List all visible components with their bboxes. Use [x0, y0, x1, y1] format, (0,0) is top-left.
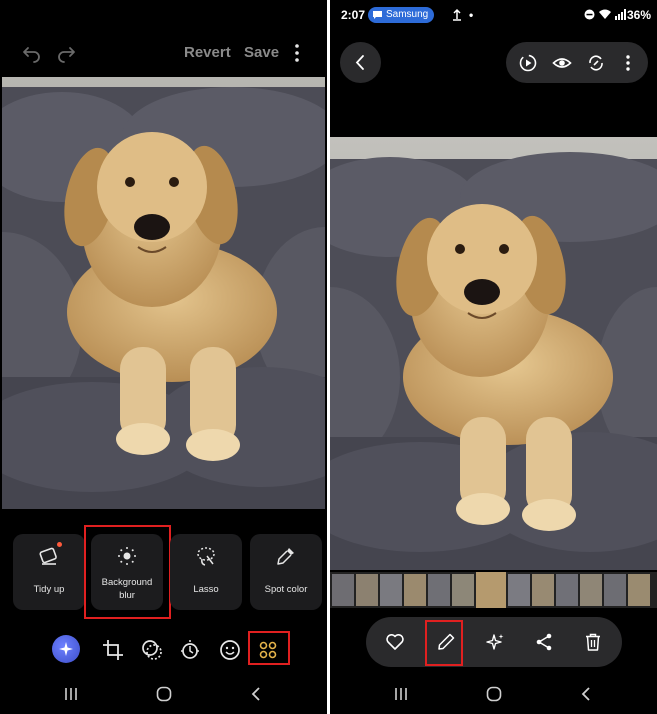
viewer-action-bar: [366, 617, 622, 667]
trash-icon[interactable]: [582, 631, 604, 653]
back-icon[interactable]: [247, 685, 265, 703]
home-icon[interactable]: [155, 685, 173, 703]
recent-apps-icon[interactable]: [392, 685, 410, 703]
tool-spot-color[interactable]: Spot color: [250, 534, 322, 610]
save-button[interactable]: Save: [244, 44, 279, 61]
motion-play-icon[interactable]: [518, 53, 538, 73]
editor-toolbar: Revert Save: [0, 36, 327, 70]
undo-icon[interactable]: [20, 42, 42, 64]
chat-bubble-icon: [373, 11, 382, 19]
brightness-icon[interactable]: [177, 637, 203, 663]
tool-lasso[interactable]: Lasso: [170, 534, 242, 610]
signal-icon: [615, 9, 626, 20]
tool-label: Spot color: [264, 584, 308, 595]
notification-dot: •: [469, 8, 474, 22]
dog-photo: [330, 137, 657, 570]
dog-photo: [2, 77, 325, 509]
more-options-icon[interactable]: [289, 42, 305, 64]
back-icon[interactable]: [577, 685, 595, 703]
tool-label: Tidy up: [33, 584, 65, 595]
crop-rotate-icon[interactable]: [100, 637, 126, 663]
eye-icon[interactable]: [552, 53, 572, 73]
lasso-icon: [197, 547, 215, 566]
system-navigation-bar: [0, 683, 327, 705]
revitalize-icon[interactable]: [586, 53, 606, 73]
viewer-top-actions: [506, 42, 648, 83]
samsung-chip[interactable]: Samsung: [368, 7, 435, 23]
dropper-icon: [277, 548, 294, 565]
redo-icon[interactable]: [56, 42, 78, 64]
sticker-icon[interactable]: [217, 637, 243, 663]
filter-icon[interactable]: [139, 637, 165, 663]
system-navigation-bar: [330, 683, 657, 705]
photo-viewer-screen: 2:07 Samsung • 36%: [330, 0, 657, 714]
more-icon[interactable]: [618, 53, 638, 73]
chip-label: Samsung: [386, 9, 429, 20]
photo-editor-screen: Revert Save Tidy up Background blur Lass…: [0, 0, 327, 714]
ai-sparkle-icon[interactable]: [484, 631, 506, 653]
do-not-disturb-icon: [584, 9, 595, 20]
battery-level: 36%: [627, 8, 652, 22]
recent-apps-icon[interactable]: [62, 685, 80, 703]
status-bar: 2:07 Samsung • 36%: [330, 6, 657, 26]
eraser-icon: [39, 547, 57, 565]
tool-label: Lasso: [193, 584, 219, 595]
chevron-left-icon: [355, 55, 364, 70]
share-icon[interactable]: [533, 631, 555, 653]
wifi-icon: [599, 9, 611, 19]
status-time: 2:07: [341, 8, 366, 22]
ai-sparkle-button[interactable]: [52, 635, 80, 663]
highlight-box-more-tools: [248, 631, 290, 665]
back-button[interactable]: [340, 42, 381, 83]
upload-icon: [453, 8, 461, 21]
highlight-box-background-blur: [84, 525, 171, 619]
heart-icon[interactable]: [384, 631, 406, 653]
tool-tidy-up[interactable]: Tidy up: [13, 534, 85, 610]
thumbnail-filmstrip[interactable]: [330, 572, 657, 608]
revert-button[interactable]: Revert: [184, 44, 231, 61]
home-icon[interactable]: [485, 685, 503, 703]
highlight-box-edit: [425, 620, 463, 666]
new-badge: [57, 542, 62, 547]
ai-sparkle-icon: [59, 642, 73, 656]
